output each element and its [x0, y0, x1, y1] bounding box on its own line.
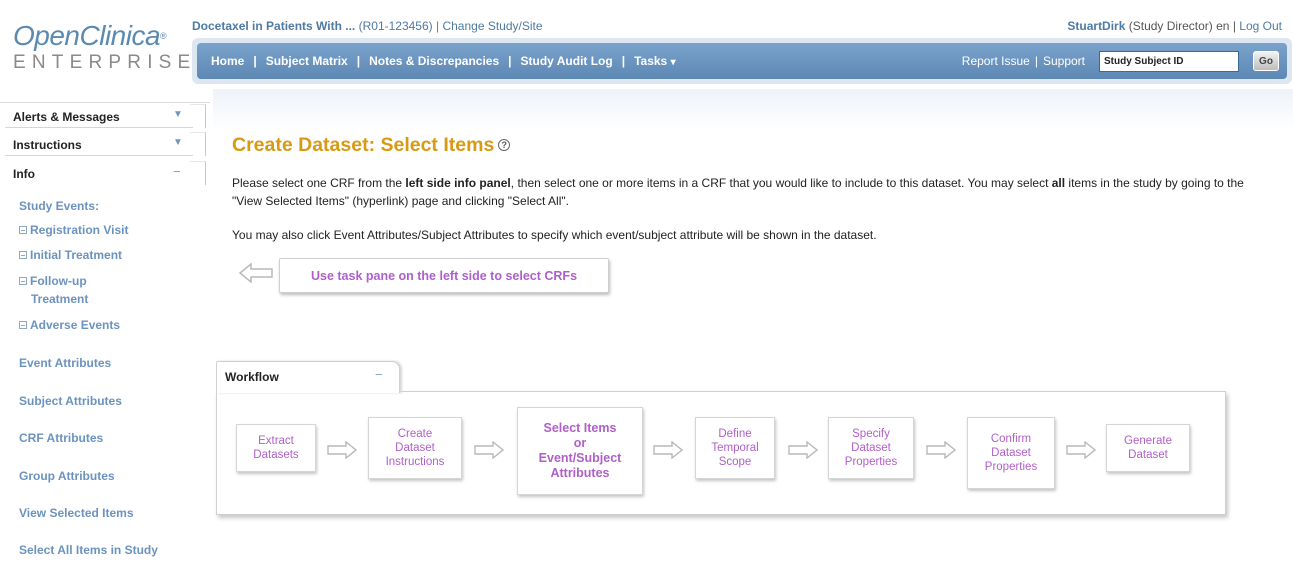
- user-info: StuartDirk (Study Director) en | Log Out: [1067, 19, 1282, 33]
- logout-link[interactable]: Log Out: [1239, 19, 1282, 33]
- change-study-link[interactable]: Change Study/Site: [442, 19, 542, 33]
- panel-info[interactable]: Info −: [5, 163, 193, 185]
- sidebar-link-group-attributes[interactable]: Group Attributes: [19, 469, 115, 483]
- workflow-step-confirm-dataset-properties[interactable]: Confirm Dataset Properties: [967, 417, 1055, 489]
- sidebar-event-registration-visit[interactable]: Registration Visit: [19, 223, 128, 237]
- panel-title: Info: [13, 167, 35, 181]
- expand-icon[interactable]: ▼: [173, 109, 183, 120]
- panel-title: Alerts & Messages: [13, 110, 120, 124]
- right-arrow-icon: [327, 441, 357, 459]
- workflow-step-generate-dataset[interactable]: Generate Dataset: [1106, 424, 1190, 472]
- nav-separator: |: [508, 54, 512, 68]
- chevron-down-icon: ▾: [670, 57, 676, 68]
- right-arrow-icon: [1066, 441, 1096, 459]
- workflow-tab[interactable]: Workflow −: [216, 361, 400, 393]
- header: OpenClinica® ENTERPRISE Docetaxel in Pat…: [0, 0, 1293, 96]
- nav-separator: |: [253, 54, 257, 68]
- openclinica-logo[interactable]: OpenClinica® ENTERPRISE: [13, 22, 196, 73]
- user-role: (Study Director): [1128, 19, 1213, 33]
- study-id: (R01-123456): [358, 19, 433, 33]
- workflow-step-select-items-current[interactable]: Select Items or Event/Subject Attributes: [517, 407, 643, 495]
- workflow-title: Workflow: [225, 370, 279, 384]
- task-pane-button[interactable]: Use task pane on the left side to select…: [279, 258, 609, 293]
- sidebar-event-follow-up-treatment[interactable]: Follow-up: [19, 274, 87, 288]
- logo-registered-mark: ®: [160, 31, 167, 41]
- user-separator: |: [1232, 19, 1236, 33]
- nav-right-separator: |: [1034, 54, 1038, 68]
- panel-tab-edge: [190, 161, 206, 185]
- nav-tools: Report Issue | Support Go: [962, 43, 1279, 79]
- page-title: Create Dataset: Select Items?: [232, 134, 511, 157]
- sidebar-link-subject-attributes[interactable]: Subject Attributes: [19, 394, 122, 408]
- left-arrow-icon: [239, 263, 273, 283]
- report-issue-link[interactable]: Report Issue: [962, 54, 1030, 68]
- expand-icon[interactable]: ▼: [173, 137, 183, 148]
- study-separator: |: [436, 19, 440, 33]
- workflow-step-specify-dataset-properties[interactable]: Specify Dataset Properties: [828, 417, 914, 479]
- help-icon[interactable]: ?: [498, 139, 511, 151]
- sidebar-link-crf-attributes[interactable]: CRF Attributes: [19, 431, 103, 445]
- language-selector[interactable]: en: [1216, 19, 1229, 33]
- right-arrow-icon: [653, 441, 683, 459]
- study-name: Docetaxel in Patients With ...: [192, 19, 356, 33]
- support-link[interactable]: Support: [1043, 54, 1085, 68]
- sidebar-event-follow-up-treatment-line2[interactable]: Treatment: [31, 292, 88, 306]
- nav-home[interactable]: Home: [211, 54, 244, 68]
- instructions-paragraph: Please select one CRF from the left side…: [232, 176, 1244, 208]
- right-arrow-icon: [788, 441, 818, 459]
- attributes-paragraph: You may also click Event Attributes/Subj…: [232, 228, 877, 242]
- sidebar-event-adverse-events[interactable]: Adverse Events: [19, 318, 120, 332]
- collapse-icon[interactable]: −: [375, 367, 383, 382]
- nav-study-audit-log[interactable]: Study Audit Log: [521, 54, 613, 68]
- sidebar-link-event-attributes[interactable]: Event Attributes: [19, 356, 111, 370]
- main-navbar: Home | Subject Matrix | Notes & Discrepa…: [192, 38, 1292, 84]
- workflow-step-extract-datasets[interactable]: Extract Datasets: [236, 424, 316, 472]
- sidebar-divider: [0, 99, 210, 103]
- nav-tasks[interactable]: Tasks ▾: [634, 54, 676, 68]
- panel-alerts-messages[interactable]: Alerts & Messages ▼: [5, 106, 193, 128]
- panel-tab-edge: [190, 104, 206, 128]
- nav-menu: Home | Subject Matrix | Notes & Discrepa…: [211, 43, 676, 79]
- study-info: Docetaxel in Patients With ... (R01-1234…: [192, 19, 543, 33]
- logo-edition: ENTERPRISE: [13, 52, 197, 73]
- sidebar-link-select-all-items[interactable]: Select All Items in Study: [19, 543, 158, 557]
- panel-instructions[interactable]: Instructions ▼: [5, 134, 193, 156]
- nav-notes-discrepancies[interactable]: Notes & Discrepancies: [369, 54, 499, 68]
- right-arrow-icon: [926, 441, 956, 459]
- nav-separator: |: [356, 54, 361, 68]
- panel-tab-edge: [190, 132, 206, 156]
- user-name[interactable]: StuartDirk: [1067, 19, 1125, 33]
- workflow-step-create-dataset-instructions[interactable]: Create Dataset Instructions: [368, 417, 462, 479]
- nav-subject-matrix[interactable]: Subject Matrix: [266, 54, 348, 68]
- right-arrow-icon: [474, 441, 504, 459]
- nav-separator: |: [621, 54, 626, 68]
- collapse-icon[interactable]: −: [173, 164, 181, 179]
- logo-name: OpenClinica: [13, 20, 161, 51]
- study-subject-search-input[interactable]: [1099, 50, 1239, 72]
- nav-tasks-label: Tasks: [634, 54, 668, 68]
- go-button[interactable]: Go: [1253, 51, 1279, 71]
- workflow-step-define-temporal-scope[interactable]: Define Temporal Scope: [695, 417, 775, 479]
- sidebar-event-initial-treatment[interactable]: Initial Treatment: [19, 248, 122, 262]
- content-header-band: [213, 89, 1293, 131]
- panel-title: Instructions: [13, 138, 82, 152]
- expand-box-icon: [19, 277, 27, 285]
- expand-box-icon: [19, 226, 27, 234]
- study-events-label: Study Events:: [19, 199, 100, 213]
- expand-box-icon: [19, 251, 27, 259]
- expand-box-icon: [19, 321, 27, 329]
- sidebar-link-view-selected-items[interactable]: View Selected Items: [19, 506, 134, 520]
